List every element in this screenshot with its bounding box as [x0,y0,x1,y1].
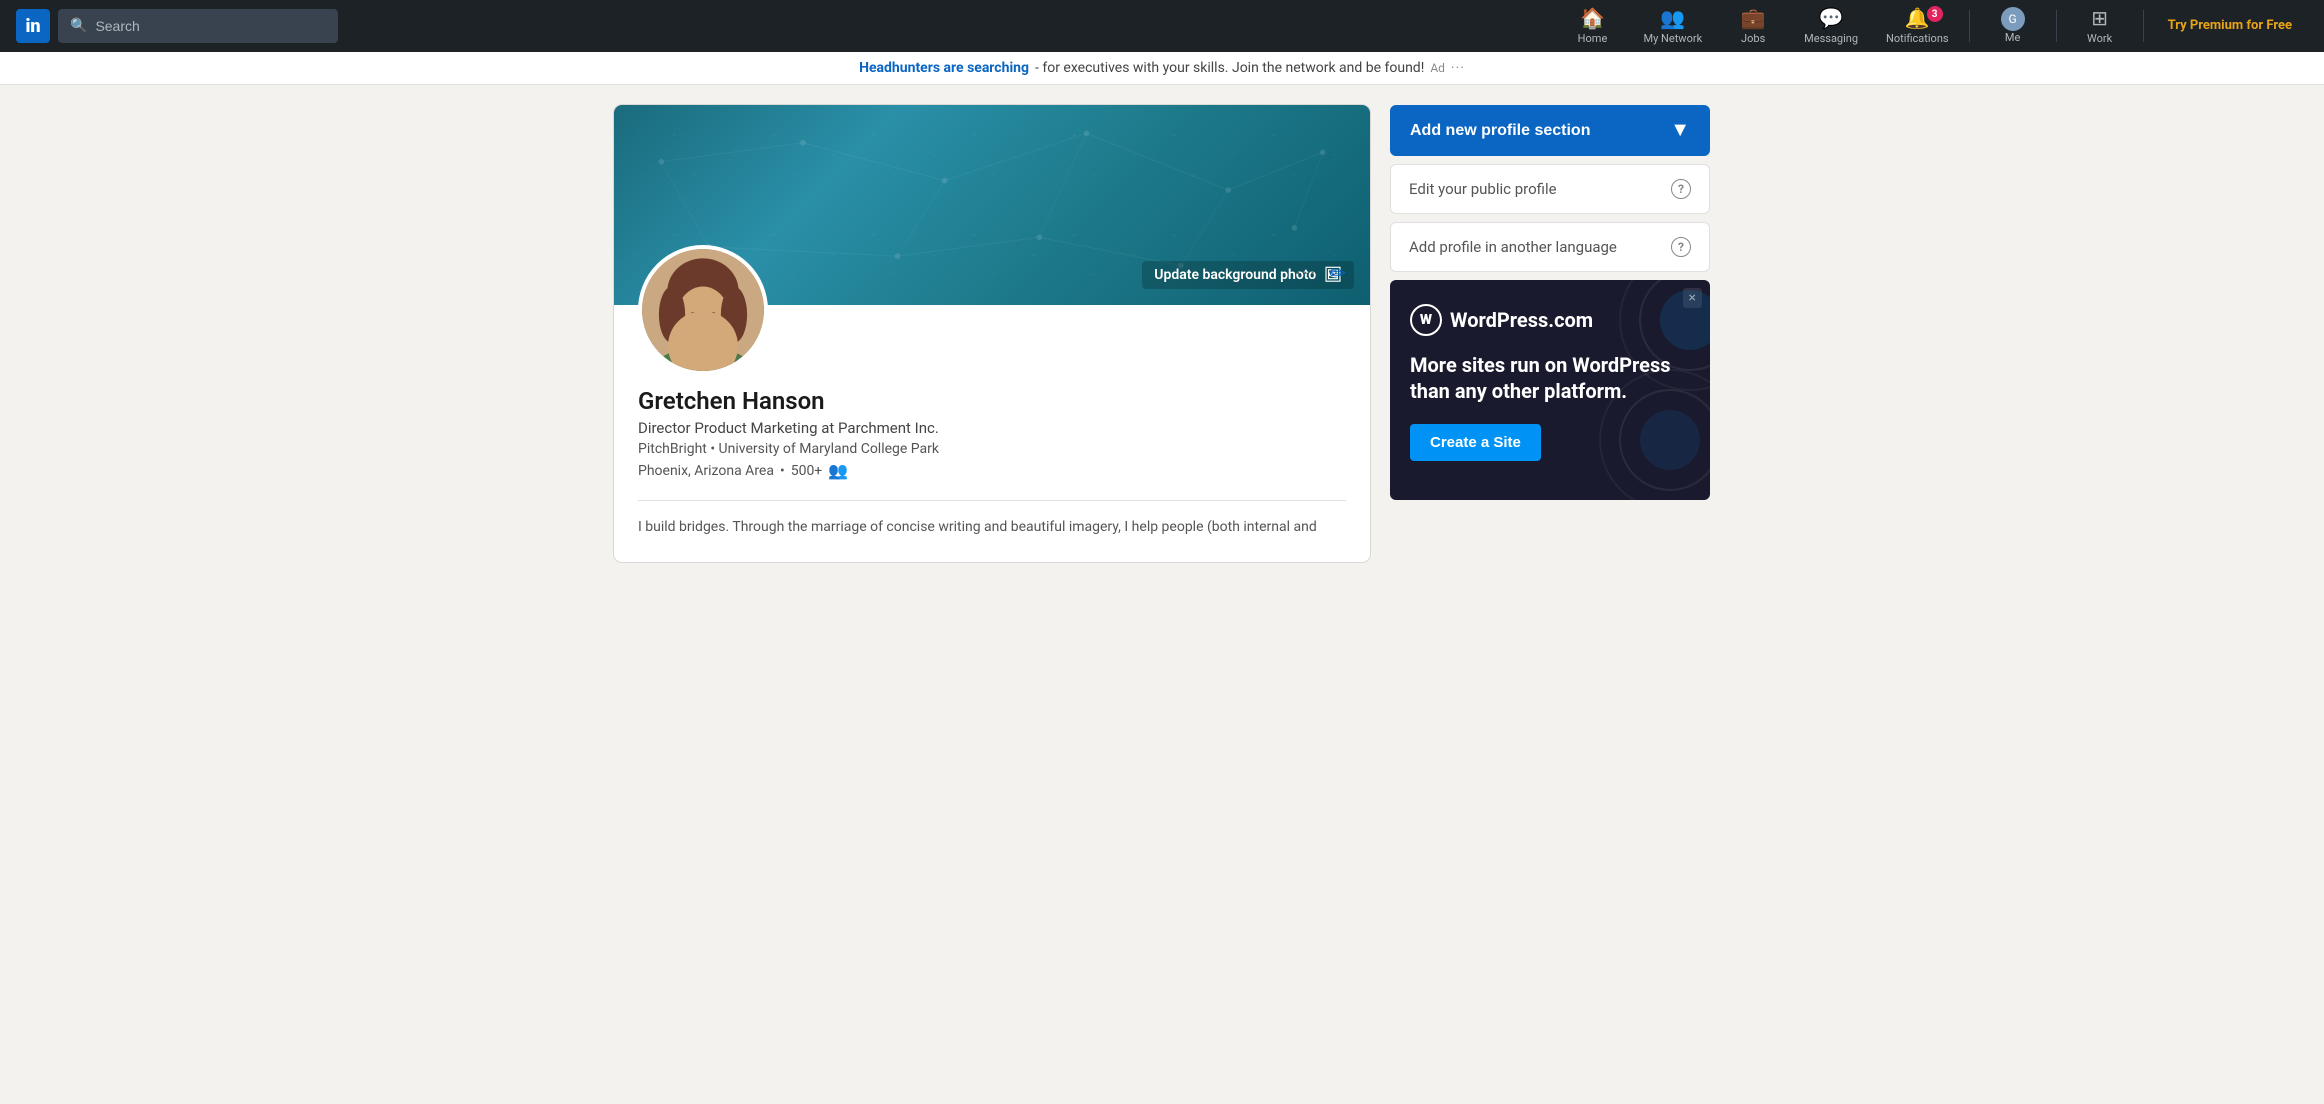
nav-premium-button[interactable]: Try Premium for Free [2152,18,2308,35]
nav-divider-1 [1969,10,1970,42]
wordpress-logo: W WordPress.com [1410,304,1690,336]
profile-divider [638,500,1346,501]
profile-summary: I build bridges. Through the marriage of… [638,517,1346,538]
nav-work[interactable]: ⊞ Work [2065,0,2135,52]
ad-widget-cta-button[interactable]: Create a Site [1410,424,1541,461]
nav-me[interactable]: G Me [1978,0,2048,52]
add-language-option[interactable]: Add profile in another language ? [1390,222,1710,272]
wp-icon: W [1410,304,1442,336]
home-icon: 🏠 [1580,6,1605,30]
dropdown-arrow-icon: ▼ [1670,119,1690,142]
search-bar[interactable]: 🔍 [58,9,338,43]
nav-network[interactable]: 👥 My Network [1631,0,1714,52]
work-grid-icon: ⊞ [2091,6,2108,30]
avatar: G [2001,7,2025,31]
profile-name: Gretchen Hanson [638,387,1346,415]
search-input[interactable] [95,18,326,34]
avatar-svg [642,249,764,371]
search-icon: 🔍 [70,18,87,34]
jobs-icon: 💼 [1741,6,1766,30]
edit-profile-help-icon[interactable]: ? [1671,179,1691,199]
profile-actions: ··· ✏ [1296,261,1346,285]
edit-profile-label: Edit your public profile [1409,180,1557,198]
connections-count: 500+ [791,463,823,479]
location-dot: • [780,463,785,479]
ad-badge: Ad [1430,61,1445,75]
network-icon: 👥 [1660,6,1685,30]
nav-jobs-label: Jobs [1741,32,1765,45]
linkedin-logo[interactable]: in [16,9,50,43]
profile-avatar[interactable] [638,245,768,375]
notifications-badge: 3 [1927,6,1943,22]
profile-meta: PitchBright • University of Maryland Col… [638,441,1346,457]
ad-widget-headline: More sites run on WordPress than any oth… [1410,352,1690,404]
nav-notifications[interactable]: 🔔 3 Notifications [1874,0,1961,52]
profile-title: Director Product Marketing at Parchment … [638,419,1346,437]
nav-me-label: Me [2005,31,2020,44]
ad-banner-link[interactable]: Headhunters are searching [859,60,1029,76]
right-sidebar: Add new profile section ▼ Edit your publ… [1390,105,1710,500]
add-language-label: Add profile in another language [1409,238,1617,256]
nav-home[interactable]: 🏠 Home [1557,0,1627,52]
ad-more-button[interactable]: ··· [1451,60,1465,76]
ad-widget: × W WordPress.com More sites run on Word… [1390,280,1710,500]
nav-divider-2 [2056,10,2057,42]
edit-profile-button[interactable]: ✏ [1329,261,1346,285]
notifications-icon: 🔔 [1905,6,1930,30]
location-text: Phoenix, Arizona Area [638,463,774,479]
main-container: Update background photo 🖼 [598,105,1726,562]
nav-messaging-label: Messaging [1804,32,1858,45]
profile-card: Update background photo 🖼 [614,105,1370,562]
nav-home-label: Home [1578,32,1608,45]
add-section-button[interactable]: Add new profile section ▼ [1390,105,1710,156]
edit-profile-option[interactable]: Edit your public profile ? [1390,164,1710,214]
ad-banner-text: - for executives with your skills. Join … [1035,60,1424,76]
navbar: in 🔍 🏠 Home 👥 My Network 💼 Jobs 💬 Messag… [0,0,2324,52]
nav-menu: 🏠 Home 👥 My Network 💼 Jobs 💬 Messaging 🔔… [1557,0,2308,52]
connections-icon: 👥 [828,461,848,480]
ad-banner: Headhunters are searching - for executiv… [0,52,2324,85]
wordpress-brand: WordPress.com [1450,308,1593,332]
profile-location: Phoenix, Arizona Area • 500+ 👥 [638,461,1346,480]
avatar-image [642,249,764,371]
messaging-icon: 💬 [1819,6,1844,30]
nav-network-label: My Network [1643,32,1702,45]
nav-jobs[interactable]: 💼 Jobs [1718,0,1788,52]
nav-divider-3 [2143,10,2144,42]
add-language-help-icon[interactable]: ? [1671,237,1691,257]
more-options-button[interactable]: ··· [1296,261,1318,285]
nav-notifications-label: Notifications [1886,32,1949,45]
nav-messaging[interactable]: 💬 Messaging [1792,0,1870,52]
add-section-label: Add new profile section [1410,122,1590,140]
profile-body: ··· ✏ Gretchen Hanson Director Product M… [614,245,1370,562]
ad-close-button[interactable]: × [1683,288,1702,308]
nav-work-label: Work [2087,32,2112,45]
